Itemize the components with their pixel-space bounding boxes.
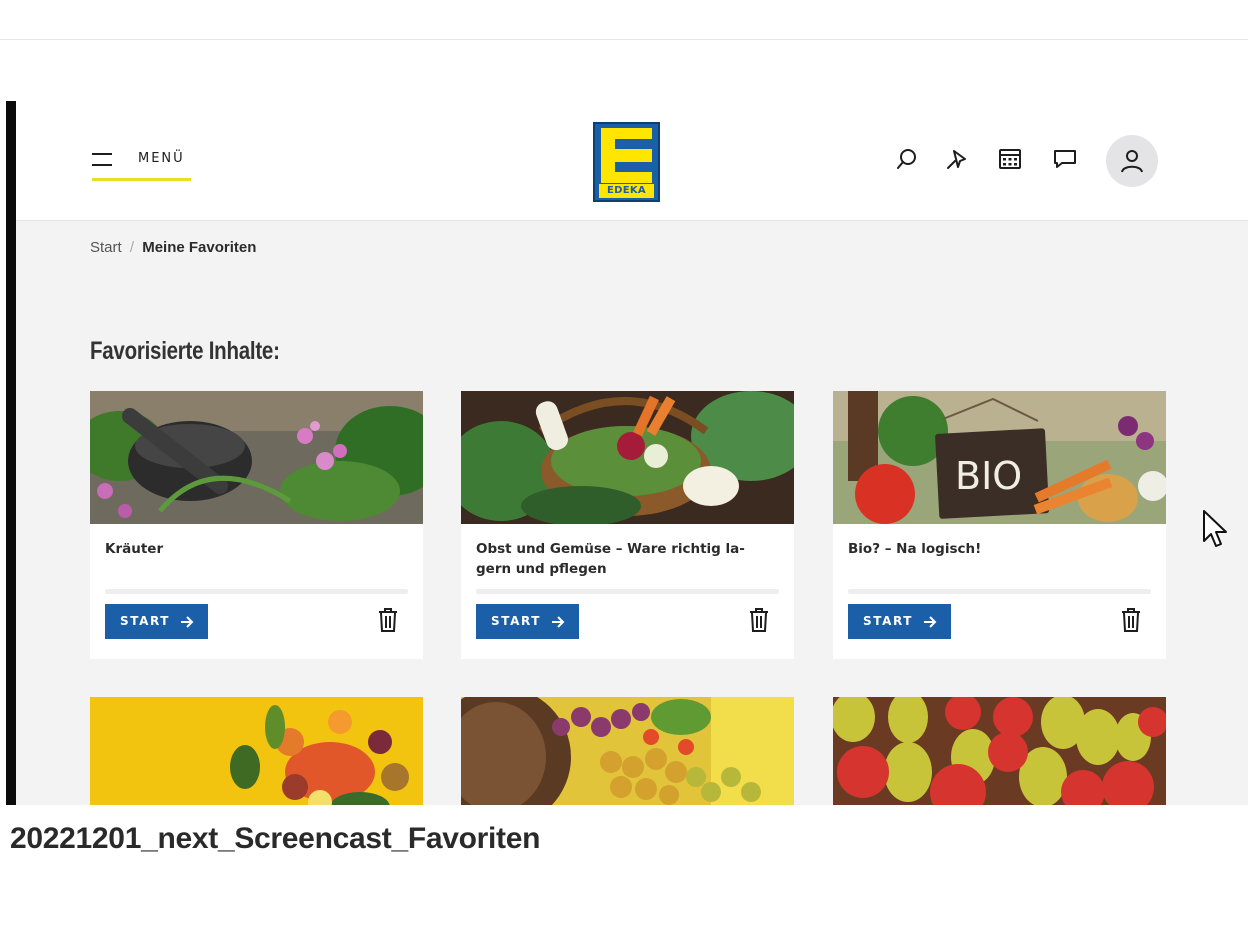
breadcrumb-home[interactable]: Start [90, 239, 122, 256]
top-divider [0, 39, 1248, 40]
card-title[interactable]: Obst und Gemüse – Ware richtig la-gern u… [476, 539, 776, 579]
menu-underline [92, 178, 191, 181]
card-progress-bar [105, 589, 408, 594]
favorite-card-image-grapes[interactable] [461, 697, 794, 805]
logo-e-mark [601, 128, 652, 183]
arrow-right-icon [552, 616, 565, 628]
favorite-card[interactable]: BIO Bio? – Na logisch! START [833, 391, 1166, 659]
favorite-card-image-apples-pears[interactable] [833, 697, 1166, 805]
trash-icon[interactable] [747, 607, 771, 633]
card-image-herbs [90, 391, 423, 524]
screencast-frame: MENÜ EDEKA Start / Meine Favoriten Favor… [6, 101, 1248, 805]
favorite-card-image-fruits[interactable] [90, 697, 423, 805]
card-title[interactable]: Bio? – Na logisch! [848, 539, 1148, 559]
start-button-label: START [491, 614, 542, 628]
start-button[interactable]: START [105, 604, 208, 639]
favorite-card[interactable]: Obst und Gemüse – Ware richtig la-gern u… [461, 391, 794, 659]
start-button[interactable]: START [848, 604, 951, 639]
card-image-vegetable-basket [461, 391, 794, 524]
video-caption: 20221201_next_Screencast_Favoriten [10, 822, 541, 855]
chat-icon[interactable] [1052, 146, 1078, 172]
breadcrumb-current: Meine Favoriten [142, 239, 257, 256]
account-button[interactable] [1106, 135, 1158, 187]
start-button-label: START [863, 614, 914, 628]
arrow-right-icon [181, 616, 194, 628]
edeka-logo[interactable]: EDEKA [593, 122, 660, 202]
start-button[interactable]: START [476, 604, 579, 639]
calendar-icon[interactable] [997, 146, 1023, 172]
mouse-pointer-icon [1203, 510, 1227, 547]
card-progress-bar [476, 589, 779, 594]
site-header: MENÜ EDEKA [16, 101, 1248, 221]
card-image-bio-sign: BIO [833, 391, 1166, 524]
bio-sign-text: BIO [955, 454, 1022, 498]
page-title: Favorisierte Inhalte: [90, 337, 280, 365]
hamburger-icon [92, 153, 112, 167]
card-progress-bar [848, 589, 1151, 594]
trash-icon[interactable] [376, 607, 400, 633]
search-icon[interactable] [894, 146, 920, 172]
user-icon [1121, 150, 1143, 173]
menu-button[interactable]: MENÜ [92, 147, 192, 183]
menu-label: MENÜ [138, 151, 185, 166]
trash-icon[interactable] [1119, 607, 1143, 633]
card-title[interactable]: Kräuter [105, 539, 405, 559]
breadcrumb: Start / Meine Favoriten [90, 239, 256, 256]
favorite-card[interactable]: Kräuter START [90, 391, 423, 659]
arrow-right-icon [924, 616, 937, 628]
logo-wordmark: EDEKA [599, 184, 654, 198]
breadcrumb-separator: / [129, 239, 135, 256]
start-button-label: START [120, 614, 171, 628]
pin-icon[interactable] [944, 146, 970, 172]
